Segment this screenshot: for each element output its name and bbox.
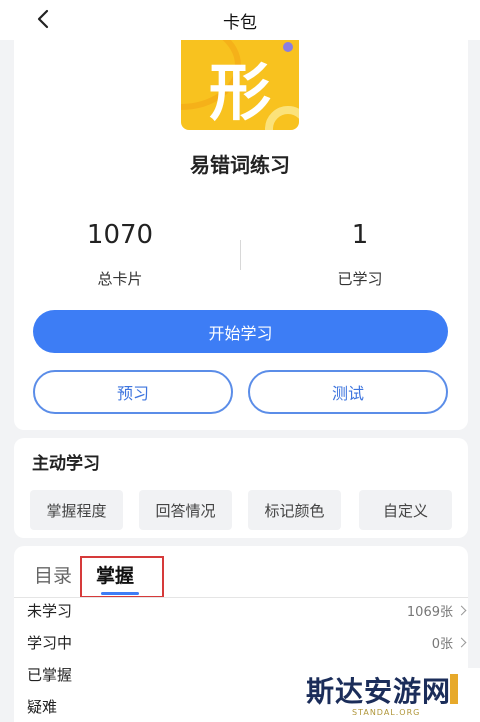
- tab-highlight-box: [80, 556, 164, 598]
- deck-icon: 形: [181, 40, 299, 130]
- deck-title: 易错词练习: [190, 153, 290, 177]
- top-bar: 卡包: [0, 0, 480, 40]
- row-label: 已掌握: [27, 665, 73, 684]
- page-title: 卡包: [223, 13, 257, 33]
- start-learning-button[interactable]: 开始学习: [33, 310, 448, 353]
- row-label: 疑难: [27, 697, 58, 716]
- total-cards-label: 总卡片: [97, 270, 143, 288]
- watermark-text: 斯达安游网: [306, 675, 452, 708]
- learned-value: 1: [351, 220, 369, 250]
- test-button[interactable]: 测试: [248, 370, 448, 414]
- watermark: 斯达安游网 STANDAL.ORG: [300, 668, 480, 722]
- tab-catalog[interactable]: 目录: [34, 561, 72, 588]
- deck-icon-char: 形: [209, 56, 272, 129]
- mastery-row-unlearned[interactable]: 未学习 1069张: [27, 594, 467, 626]
- row-label: 学习中: [27, 633, 73, 652]
- watermark-sub: STANDAL.ORG: [352, 708, 421, 717]
- chevron-right-icon: [456, 605, 467, 615]
- total-cards-value: 1070: [86, 220, 154, 250]
- chip-mastery-level[interactable]: 掌握程度: [30, 490, 123, 530]
- row-count: 0张: [432, 633, 467, 652]
- chip-answer-status[interactable]: 回答情况: [139, 490, 232, 530]
- total-cards-stat: 1070 总卡片: [0, 220, 240, 289]
- learned-stat: 1 已学习: [240, 220, 480, 289]
- row-label: 未学习: [27, 601, 73, 620]
- chip-custom[interactable]: 自定义: [359, 490, 452, 530]
- preview-button[interactable]: 预习: [33, 370, 233, 414]
- mastery-row-learning[interactable]: 学习中 0张: [27, 626, 467, 658]
- learned-label: 已学习: [337, 270, 383, 288]
- row-count: 1069张: [407, 601, 467, 620]
- chip-mark-color[interactable]: 标记颜色: [248, 490, 341, 530]
- chevron-right-icon: [456, 637, 467, 647]
- active-study-title: 主动学习: [32, 454, 100, 474]
